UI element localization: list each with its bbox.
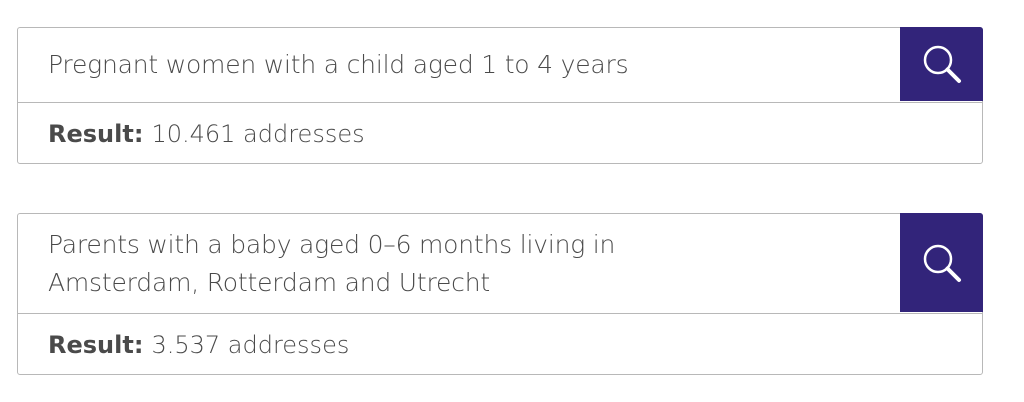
search-button[interactable] — [900, 213, 983, 312]
query-row: Parents with a baby aged 0–6 months livi… — [18, 213, 983, 314]
result-label: Result: — [48, 119, 144, 148]
result-value: 3.537 addresses — [151, 330, 350, 359]
result-label: Result: — [48, 330, 144, 359]
search-icon — [923, 45, 961, 83]
query-row: Pregnant women with a child aged 1 to 4 … — [18, 27, 983, 103]
search-card-1: Pregnant women with a child aged 1 to 4 … — [17, 27, 983, 164]
search-card-2: Parents with a baby aged 0–6 months livi… — [17, 213, 983, 375]
search-icon — [923, 244, 961, 282]
result-row: Result: 3.537 addresses — [18, 314, 982, 375]
result-row: Result: 10.461 addresses — [18, 103, 982, 164]
search-button[interactable] — [900, 27, 983, 101]
search-query-input[interactable]: Pregnant women with a child aged 1 to 4 … — [18, 28, 900, 102]
result-value: 10.461 addresses — [151, 119, 365, 148]
search-query-input[interactable]: Parents with a baby aged 0–6 months livi… — [18, 214, 900, 313]
